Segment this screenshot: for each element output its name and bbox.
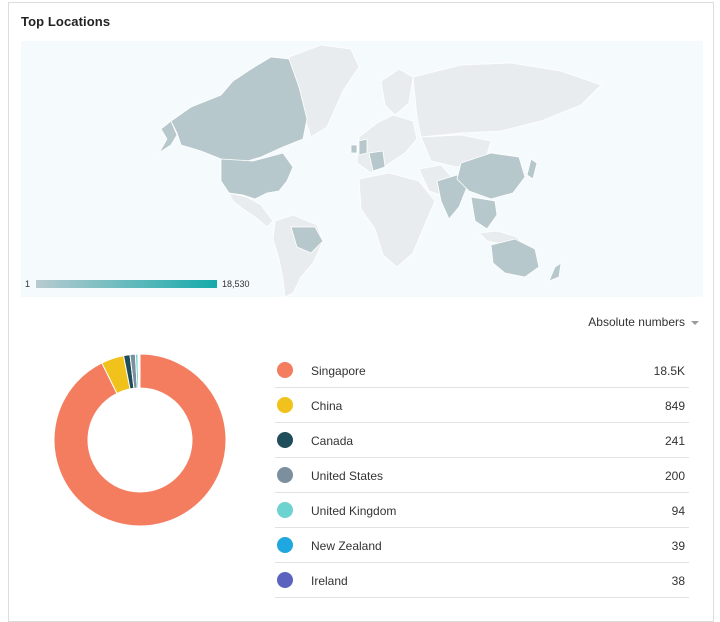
list-item-new-zealand[interactable]: New Zealand 39 [275, 528, 689, 563]
map-united-states [220, 152, 294, 200]
legend-swatch [277, 502, 293, 518]
list-item-canada[interactable]: Canada 241 [275, 423, 689, 458]
legend-swatch [277, 467, 293, 483]
location-list: Singapore 18.5K China 849 Canada 241 Uni… [275, 353, 689, 598]
location-value: 18.5K [653, 364, 685, 378]
legend-swatch [277, 572, 293, 588]
location-name: New Zealand [311, 539, 382, 553]
map-united-kingdom [358, 138, 368, 156]
map-southeast-asia [470, 196, 498, 230]
map-canada [170, 56, 308, 164]
map-africa [358, 172, 436, 268]
list-item-united-kingdom[interactable]: United Kingdom 94 [275, 493, 689, 528]
location-name: Singapore [311, 364, 366, 378]
metric-dropdown[interactable]: Absolute numbers [588, 315, 699, 329]
location-value: 241 [664, 434, 685, 448]
map-scandinavia [380, 68, 414, 116]
map-ireland [350, 144, 358, 154]
map-central-america [228, 192, 274, 228]
map-new-zealand [548, 262, 562, 282]
location-value: 39 [671, 539, 685, 553]
list-item-china[interactable]: China 849 [275, 388, 689, 423]
card-title: Top Locations [21, 14, 111, 29]
location-value: 38 [671, 574, 685, 588]
map-legend-min: 1 [25, 279, 31, 289]
location-name: United States [311, 469, 384, 483]
list-item-united-states[interactable]: United States 200 [275, 458, 689, 493]
map-legend-max: 18,530 [222, 279, 250, 289]
location-name: China [311, 399, 343, 413]
donut-chart[interactable] [53, 353, 227, 527]
map-russia [412, 62, 602, 138]
location-name: Canada [311, 434, 354, 448]
list-item-ireland[interactable]: Ireland 38 [275, 563, 689, 598]
top-locations-card: Top Locations 1 18,530 Absolute numbers … [8, 2, 714, 622]
legend-swatch [277, 432, 293, 448]
location-value: 94 [671, 504, 685, 518]
legend-swatch [277, 362, 293, 378]
list-item-singapore[interactable]: Singapore 18.5K [275, 353, 689, 388]
legend-swatch [277, 537, 293, 553]
world-map-svg [158, 44, 602, 297]
metric-dropdown-label: Absolute numbers [588, 315, 685, 329]
location-name: United Kingdom [311, 504, 397, 518]
donut-slice-ireland[interactable] [138, 353, 141, 389]
chevron-down-icon [691, 320, 699, 325]
map-legend-gradient [36, 280, 217, 288]
location-name: Ireland [311, 574, 348, 588]
map-australia [490, 238, 540, 278]
world-map[interactable]: 1 18,530 [21, 41, 703, 297]
legend-swatch [277, 397, 293, 413]
location-value: 849 [664, 399, 685, 413]
location-value: 200 [664, 469, 685, 483]
map-japan [526, 158, 538, 180]
